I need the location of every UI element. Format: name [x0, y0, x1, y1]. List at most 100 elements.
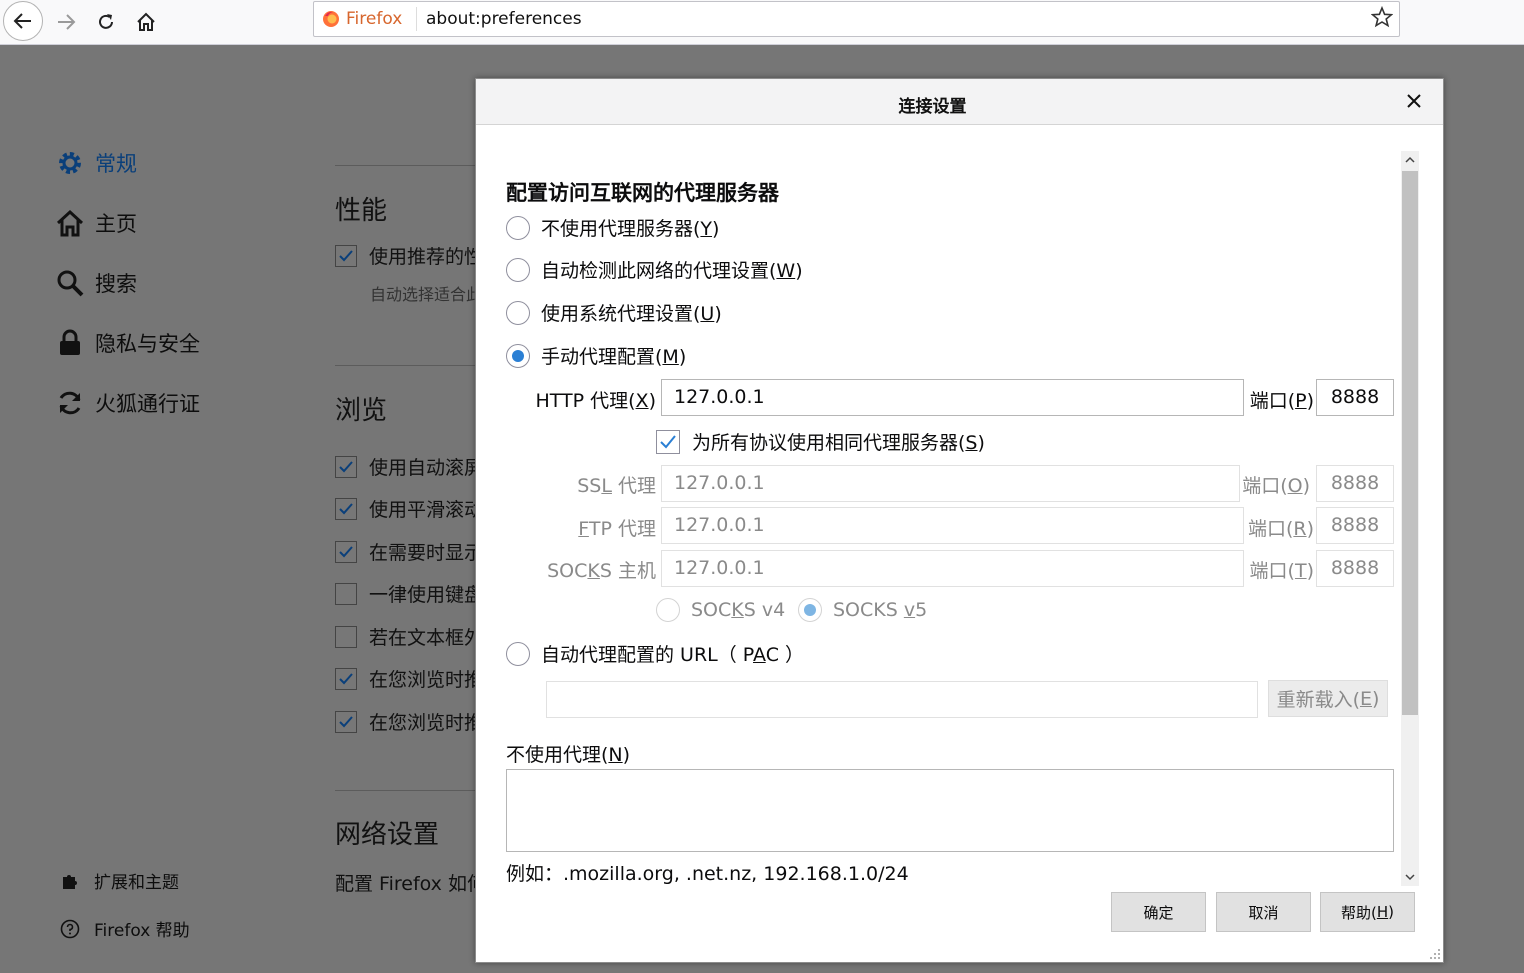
same-proxy-checkbox[interactable]: 为所有协议使用相同代理服务器(S): [656, 428, 985, 455]
close-button[interactable]: [1403, 90, 1425, 112]
checkbox-checked[interactable]: [335, 710, 357, 733]
gear-icon: [59, 152, 81, 174]
sidebar-item-home[interactable]: 主页: [55, 208, 137, 238]
sidebar-footer-label: Firefox 帮助: [94, 921, 190, 941]
browsing-checkbox[interactable]: 在您浏览时推: [335, 708, 480, 735]
browsing-checkbox[interactable]: 在您浏览时推: [335, 665, 480, 692]
ftp-proxy-input[interactable]: 127.0.0.1: [661, 507, 1244, 544]
reload-pac-button[interactable]: 重新载入(E): [1268, 680, 1388, 717]
cancel-button[interactable]: 取消: [1216, 892, 1311, 932]
sidebar-item-search[interactable]: 搜索: [55, 268, 137, 298]
firefox-logo-icon: [323, 11, 339, 27]
radio-button[interactable]: [506, 300, 530, 325]
ssl-proxy-input[interactable]: 127.0.0.1: [661, 465, 1240, 502]
browser-toolbar: Firefox about:preferences: [0, 0, 1524, 45]
checkbox-checked[interactable]: [335, 667, 357, 690]
radio-manual-proxy[interactable]: 手动代理配置(M): [506, 342, 686, 369]
resize-grip-icon[interactable]: [1429, 948, 1441, 960]
ftp-port-input[interactable]: 8888: [1316, 507, 1394, 544]
home-icon: [137, 12, 155, 31]
radio-system-proxy[interactable]: 使用系统代理设置(U): [506, 299, 722, 326]
divider: [335, 365, 485, 366]
checkbox-label: 使用平滑滚动: [369, 499, 480, 521]
scroll-up-button[interactable]: [1401, 151, 1419, 169]
radio-label: 不使用代理服务器(Y): [541, 218, 720, 240]
performance-checkbox[interactable]: 使用推荐的性: [335, 242, 480, 269]
sidebar-item-label: 主页: [95, 212, 137, 236]
socks-host-label: SOCKS 主机: [547, 560, 656, 582]
radio-button[interactable]: [656, 598, 680, 622]
radio-label: 使用系统代理设置(U): [541, 303, 722, 325]
radio-button[interactable]: [506, 257, 530, 282]
sidebar-item-label: 搜索: [95, 272, 137, 296]
checkbox[interactable]: [335, 582, 357, 605]
radio-button-selected[interactable]: [506, 343, 530, 368]
ftp-proxy-label: FTP 代理: [578, 518, 656, 540]
checkbox-checked[interactable]: [335, 540, 357, 563]
scroll-thumb[interactable]: [1402, 171, 1418, 715]
sidebar-item-sync[interactable]: 火狐通行证: [55, 388, 200, 418]
close-icon: [1407, 94, 1421, 108]
bookmark-button[interactable]: [1370, 5, 1394, 33]
radio-label: SOCKS v5: [833, 599, 928, 621]
browsing-heading: 浏览: [335, 396, 388, 426]
home-button[interactable]: [128, 4, 164, 40]
sidebar-footer-label: 扩展和主题: [94, 873, 179, 893]
radio-label: SOCKS v4: [691, 599, 786, 621]
forward-button[interactable]: [48, 4, 84, 40]
browsing-checkbox[interactable]: 一律使用键盘: [335, 580, 480, 607]
reload-icon: [99, 14, 113, 29]
sidebar-item-label: 常规: [95, 152, 137, 176]
sidebar-help-link[interactable]: Firefox 帮助: [60, 916, 190, 941]
divider: [335, 165, 485, 166]
checkbox-checked[interactable]: [335, 455, 357, 478]
sidebar-extensions-link[interactable]: 扩展和主题: [60, 868, 179, 893]
checkbox-checked[interactable]: [656, 429, 680, 454]
reload-button[interactable]: [88, 4, 124, 40]
no-proxy-textarea[interactable]: [506, 769, 1394, 852]
arrow-right-icon: [58, 14, 76, 30]
radio-pac-url[interactable]: 自动代理配置的 URL（ PAC ）: [506, 640, 804, 667]
radio-socks-v4[interactable]: SOCKS v4: [656, 598, 785, 622]
browsing-checkbox[interactable]: 使用自动滚屏: [335, 453, 480, 480]
radio-no-proxy[interactable]: 不使用代理服务器(Y): [506, 214, 719, 241]
sidebar-item-privacy[interactable]: 隐私与安全: [55, 328, 200, 358]
checkbox[interactable]: [335, 244, 357, 267]
help-button[interactable]: 帮助(H): [1320, 892, 1415, 932]
scrollbar[interactable]: [1401, 151, 1419, 886]
site-identity[interactable]: Firefox: [322, 2, 402, 36]
browsing-checkbox[interactable]: 在需要时显示: [335, 538, 480, 565]
browsing-checkbox[interactable]: 若在文本框外: [335, 623, 480, 650]
radio-button[interactable]: [506, 641, 530, 666]
divider: [335, 790, 485, 791]
radio-auto-detect[interactable]: 自动检测此网络的代理设置(W): [506, 256, 803, 283]
url-bar[interactable]: Firefox about:preferences: [313, 1, 1400, 37]
checkbox-checked[interactable]: [335, 497, 357, 520]
lock-icon: [60, 329, 80, 355]
socks-host-input[interactable]: 127.0.0.1: [661, 550, 1244, 587]
scroll-down-button[interactable]: [1401, 868, 1419, 886]
browsing-checkbox[interactable]: 使用平滑滚动: [335, 495, 480, 522]
radio-socks-v5[interactable]: SOCKS v5: [798, 598, 927, 622]
checkbox-label: 在您浏览时推: [369, 712, 480, 734]
url-separator: [416, 7, 417, 31]
http-port-input[interactable]: 8888: [1316, 379, 1394, 416]
url-text[interactable]: about:preferences: [426, 2, 582, 36]
sidebar-item-label: 火狐通行证: [95, 392, 200, 416]
radio-button[interactable]: [506, 215, 530, 240]
radio-button-selected[interactable]: [798, 598, 822, 622]
socks-port-input[interactable]: 8888: [1316, 550, 1394, 587]
http-port-label: 端口(P): [1249, 390, 1314, 412]
back-button[interactable]: [3, 1, 43, 41]
checkbox-label: 使用推荐的性: [369, 246, 480, 268]
performance-heading: 性能: [335, 196, 388, 226]
pac-url-input[interactable]: [546, 681, 1258, 718]
sync-icon: [59, 391, 81, 415]
http-proxy-label: HTTP 代理(X): [535, 390, 656, 412]
socks-port-label: 端口(T): [1249, 560, 1314, 582]
checkbox[interactable]: [335, 625, 357, 648]
sidebar-item-general[interactable]: 常规: [55, 148, 137, 178]
ssl-port-input[interactable]: 8888: [1316, 465, 1394, 502]
http-proxy-input[interactable]: 127.0.0.1: [661, 379, 1244, 416]
ok-button[interactable]: 确定: [1111, 892, 1206, 932]
